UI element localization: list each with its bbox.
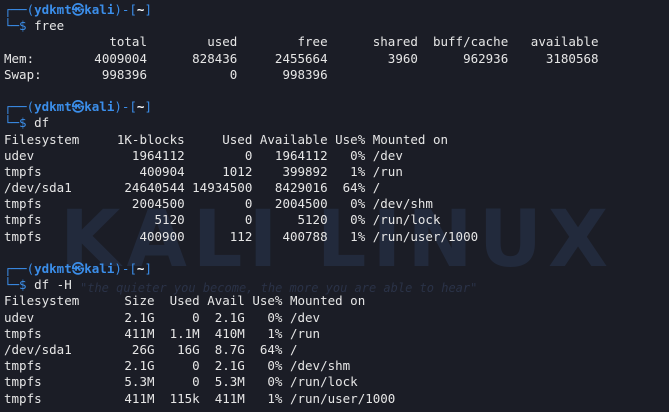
output-line: tmpfs 411M 1.1M 410M 1% /run [4, 325, 321, 341]
output-line: tmpfs 5120 0 5120 0% /run/lock [4, 212, 441, 228]
output-line: tmpfs 2.1G 0 2.1G 0% /dev/shm [4, 358, 351, 374]
prompt-frame: )-[ [114, 2, 137, 17]
prompt-user-host: ydkmt㉿kali [34, 261, 115, 276]
prompt-user-host: ydkmt㉿kali [34, 2, 115, 17]
prompt-line: ┌──(ydkmt㉿kali)-[~] [4, 2, 599, 18]
output-line: udev 2.1G 0 2.1G 0% /dev [4, 309, 321, 325]
prompt-frame: ] [144, 261, 152, 276]
prompt-frame: ] [144, 99, 152, 115]
prompt-frame: ┌──( [4, 2, 35, 17]
command-text: free [34, 18, 65, 34]
prompt-frame: └─$ [4, 18, 35, 34]
command-line: └─$ df -H [4, 277, 599, 293]
output-line: Swap: 998396 0 998396 [4, 66, 328, 82]
terminal-output: ┌──(ydkmt㉿kali)-[~] └─$ free total used f… [4, 2, 599, 407]
output-line: /dev/sda1 26G 16G 8.7G 64% / [4, 341, 298, 357]
output-line: udev 1964112 0 1964112 0% /dev [4, 147, 403, 163]
prompt-frame: ] [144, 2, 152, 17]
command-line: └─$ free [4, 18, 599, 34]
prompt-frame: )-[ [114, 261, 137, 276]
output-line: Filesystem 1K-blocks Used Available Use%… [4, 131, 449, 147]
prompt-line: ┌──(ydkmt㉿kali)-[~] [4, 261, 599, 277]
output-line: Mem: 4009004 828436 2455664 3960 962936 … [4, 50, 599, 66]
prompt-frame: └─$ [4, 277, 35, 293]
output-line: tmpfs 400900 112 400788 1% /run/user/100… [4, 228, 479, 244]
output-line: total used free shared buff/cache availa… [4, 34, 599, 50]
output-line: tmpfs 411M 115k 411M 1% /run/user/1000 [4, 390, 396, 406]
prompt-frame: ┌──( [4, 261, 35, 276]
output-line: Filesystem Size Used Avail Use% Mounted … [4, 293, 366, 309]
prompt-line: ┌──(ydkmt㉿kali)-[~] [4, 99, 599, 115]
command-text: df [34, 115, 50, 131]
output-line: tmpfs 400904 1012 399892 1% /run [4, 163, 403, 179]
prompt-frame: ┌──( [4, 99, 35, 115]
output-line: tmpfs 2004500 0 2004500 0% /dev/shm [4, 196, 433, 212]
output-line: /dev/sda1 24640544 14934500 8429016 64% … [4, 180, 381, 196]
terminal-window[interactable]: KALI LINUX "the quieter you become, the … [0, 0, 669, 412]
prompt-frame: └─$ [4, 115, 35, 131]
output-line: tmpfs 5.3M 0 5.3M 0% /run/lock [4, 374, 358, 390]
prompt-frame: )-[ [114, 99, 137, 115]
command-text: df -H [34, 277, 72, 293]
command-line: └─$ df [4, 115, 599, 131]
prompt-user-host: ydkmt㉿kali [34, 99, 115, 115]
